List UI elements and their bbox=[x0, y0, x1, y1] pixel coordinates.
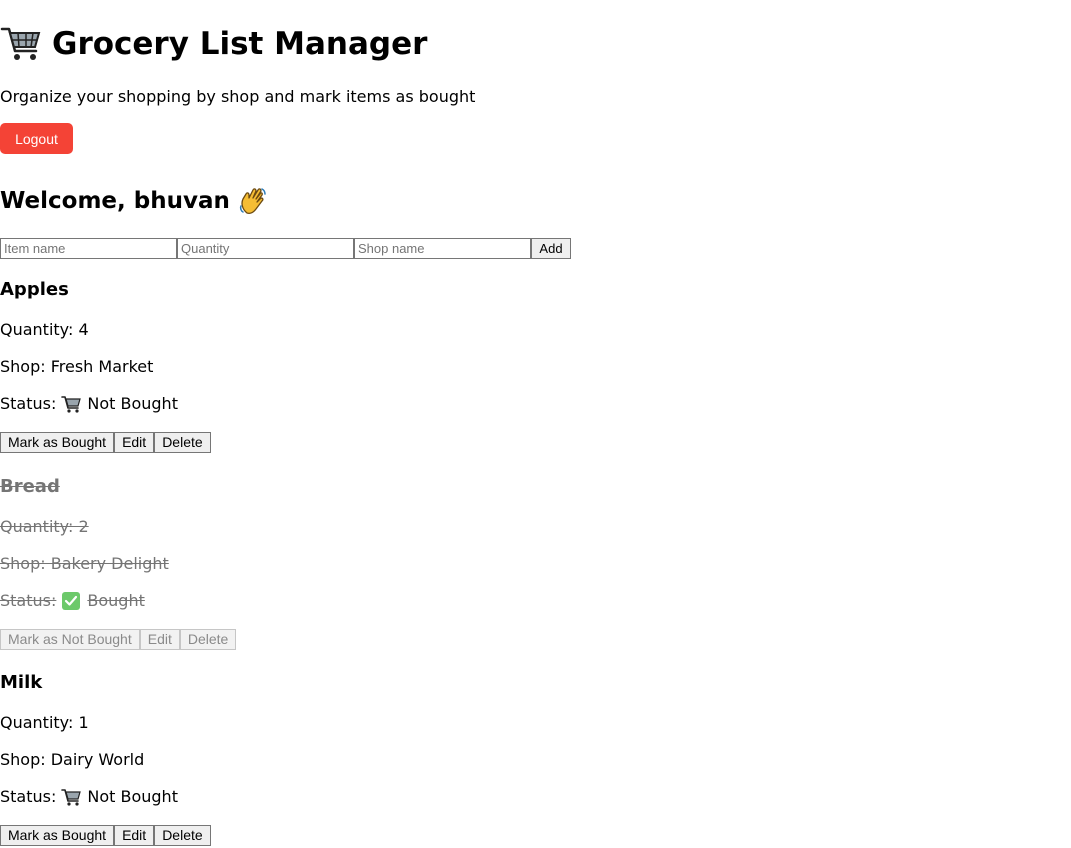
mark-bought-button[interactable]: Mark as Bought bbox=[0, 825, 115, 846]
item-name: Milk bbox=[0, 672, 43, 693]
page-title: Grocery List Manager bbox=[0, 22, 427, 66]
status-value: Not Bought bbox=[87, 394, 178, 413]
item-actions: Mark as Bought Edit Delete bbox=[0, 825, 211, 846]
item-quantity: Quantity: 1 bbox=[0, 713, 89, 732]
check-icon bbox=[62, 592, 81, 610]
shop-name-input[interactable] bbox=[354, 238, 531, 259]
status-value: Bought bbox=[87, 591, 145, 610]
item-name-input[interactable] bbox=[0, 238, 177, 259]
item-quantity: Quantity: 4 bbox=[0, 320, 89, 339]
item-shop: Shop: Dairy World bbox=[0, 750, 145, 769]
page-subtitle: Organize your shopping by shop and mark … bbox=[0, 87, 476, 106]
item-status: Status: Bought bbox=[0, 591, 145, 611]
status-label: Status: bbox=[0, 394, 57, 413]
item-quantity: Quantity: 2 bbox=[0, 517, 89, 536]
quantity-input[interactable] bbox=[177, 238, 354, 259]
welcome-text: Welcome, bhuvan bbox=[0, 188, 230, 214]
mark-bought-button[interactable]: Mark as Bought bbox=[0, 432, 115, 453]
mark-not-bought-button[interactable]: Mark as Not Bought bbox=[0, 629, 140, 650]
status-label: Status: bbox=[0, 591, 57, 610]
cart-icon bbox=[61, 789, 82, 806]
item-name: Bread bbox=[0, 476, 60, 497]
welcome-heading: Welcome, bhuvan bbox=[0, 184, 268, 218]
logout-button[interactable]: Logout bbox=[0, 123, 73, 154]
waving-hand-icon bbox=[239, 188, 266, 215]
cart-icon bbox=[61, 396, 82, 413]
status-value: Not Bought bbox=[87, 787, 178, 806]
delete-button[interactable]: Delete bbox=[179, 629, 237, 650]
item-shop: Shop: Bakery Delight bbox=[0, 554, 169, 573]
item-shop: Shop: Fresh Market bbox=[0, 357, 154, 376]
item-actions: Mark as Bought Edit Delete bbox=[0, 432, 211, 453]
grocery-page: Grocery List Manager Organize your shopp… bbox=[0, 0, 1071, 848]
delete-button[interactable]: Delete bbox=[154, 432, 211, 453]
title-text: Grocery List Manager bbox=[52, 26, 428, 62]
shopping-cart-icon bbox=[0, 27, 41, 60]
item-name: Apples bbox=[0, 279, 69, 300]
item-status: Status: Not Bought bbox=[0, 787, 178, 807]
item-actions: Mark as Not Bought Edit Delete bbox=[0, 629, 237, 650]
status-label: Status: bbox=[0, 787, 57, 806]
add-item-form: Add bbox=[0, 238, 571, 259]
edit-button[interactable]: Edit bbox=[114, 825, 155, 846]
edit-button[interactable]: Edit bbox=[114, 432, 155, 453]
add-button[interactable]: Add bbox=[531, 238, 571, 259]
edit-button[interactable]: Edit bbox=[139, 629, 180, 650]
delete-button[interactable]: Delete bbox=[154, 825, 211, 846]
item-status: Status: Not Bought bbox=[0, 394, 178, 414]
